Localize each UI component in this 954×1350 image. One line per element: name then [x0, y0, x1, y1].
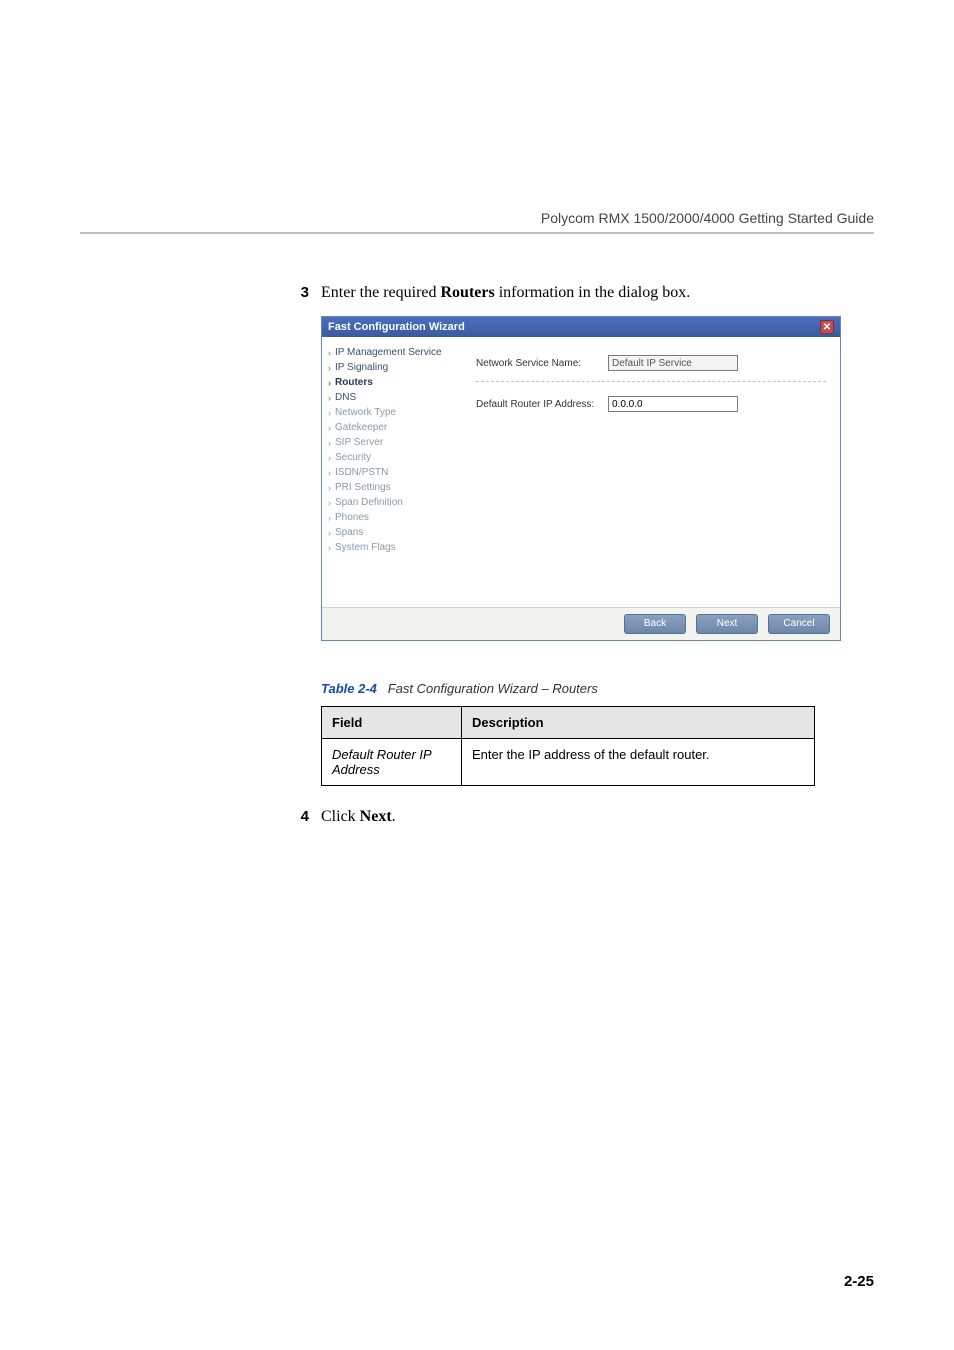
chevron-right-icon: ›: [328, 468, 331, 478]
chevron-right-icon: ›: [328, 483, 331, 493]
nav-dns[interactable]: ›DNS: [328, 390, 455, 405]
nav-security: ›Security: [328, 450, 455, 465]
chevron-right-icon: ›: [328, 513, 331, 523]
chevron-right-icon: ›: [328, 408, 331, 418]
network-service-name-label: Network Service Name:: [476, 358, 596, 369]
step-4: 4 Click Next.: [295, 808, 874, 826]
chevron-right-icon: ›: [328, 423, 331, 433]
cell-field-desc: Enter the IP address of the default rout…: [462, 739, 815, 786]
form-separator: [476, 381, 826, 382]
step-3: 3 Enter the required Routers information…: [295, 284, 874, 302]
next-button[interactable]: Next: [696, 614, 758, 634]
cancel-button[interactable]: Cancel: [768, 614, 830, 634]
header-title: Polycom RMX 1500/2000/4000 Getting Start…: [541, 210, 874, 226]
nav-span-definition: ›Span Definition: [328, 495, 455, 510]
nav-routers[interactable]: ›Routers: [328, 375, 455, 390]
page-number: 2-25: [844, 1273, 874, 1290]
fast-config-wizard-dialog: Fast Configuration Wizard ✕ ›IP Manageme…: [321, 316, 841, 641]
chevron-right-icon: ›: [328, 348, 331, 358]
nav-ip-signaling[interactable]: ›IP Signaling: [328, 360, 455, 375]
table-caption-label: Table 2-4: [321, 681, 377, 696]
chevron-right-icon: ›: [328, 543, 331, 553]
chevron-right-icon: ›: [328, 453, 331, 463]
nav-isdn-pstn: ›ISDN/PSTN: [328, 465, 455, 480]
dialog-title: Fast Configuration Wizard: [328, 321, 465, 333]
chevron-right-icon: ›: [328, 378, 331, 388]
nav-network-type: ›Network Type: [328, 405, 455, 420]
network-service-name-field: [608, 355, 738, 371]
step-3-text: Enter the required Routers information i…: [321, 284, 690, 302]
chevron-right-icon: ›: [328, 498, 331, 508]
chevron-right-icon: ›: [328, 528, 331, 538]
table-caption: Table 2-4 Fast Configuration Wizard – Ro…: [321, 681, 874, 696]
nav-system-flags: ›System Flags: [328, 540, 455, 555]
col-head-field: Field: [322, 707, 462, 739]
nav-pri-settings: ›PRI Settings: [328, 480, 455, 495]
step-4-number: 4: [295, 808, 309, 825]
default-router-ip-field[interactable]: [608, 396, 738, 412]
nav-phones: ›Phones: [328, 510, 455, 525]
table-caption-text: Fast Configuration Wizard – Routers: [388, 681, 598, 696]
step-3-number: 3: [295, 284, 309, 301]
chevron-right-icon: ›: [328, 393, 331, 403]
cell-field-name: Default Router IP Address: [322, 739, 462, 786]
table-row: Default Router IP Address Enter the IP a…: [322, 739, 815, 786]
nav-gatekeeper: ›Gatekeeper: [328, 420, 455, 435]
wizard-footer: Back Next Cancel: [322, 607, 840, 640]
nav-spans: ›Spans: [328, 525, 455, 540]
step-4-text: Click Next.: [321, 808, 396, 826]
chevron-right-icon: ›: [328, 363, 331, 373]
nav-sip-server: ›SIP Server: [328, 435, 455, 450]
dialog-titlebar: Fast Configuration Wizard ✕: [322, 317, 840, 337]
default-router-ip-label: Default Router IP Address:: [476, 399, 596, 410]
page-header: Polycom RMX 1500/2000/4000 Getting Start…: [80, 0, 874, 234]
chevron-right-icon: ›: [328, 438, 331, 448]
col-head-description: Description: [462, 707, 815, 739]
back-button[interactable]: Back: [624, 614, 686, 634]
nav-ip-management[interactable]: ›IP Management Service: [328, 345, 455, 360]
wizard-nav: ›IP Management Service ›IP Signaling ›Ro…: [322, 337, 462, 607]
close-icon[interactable]: ✕: [820, 320, 834, 334]
wizard-main-panel: Network Service Name: Default Router IP …: [462, 337, 840, 607]
routers-field-table: Field Description Default Router IP Addr…: [321, 706, 815, 786]
